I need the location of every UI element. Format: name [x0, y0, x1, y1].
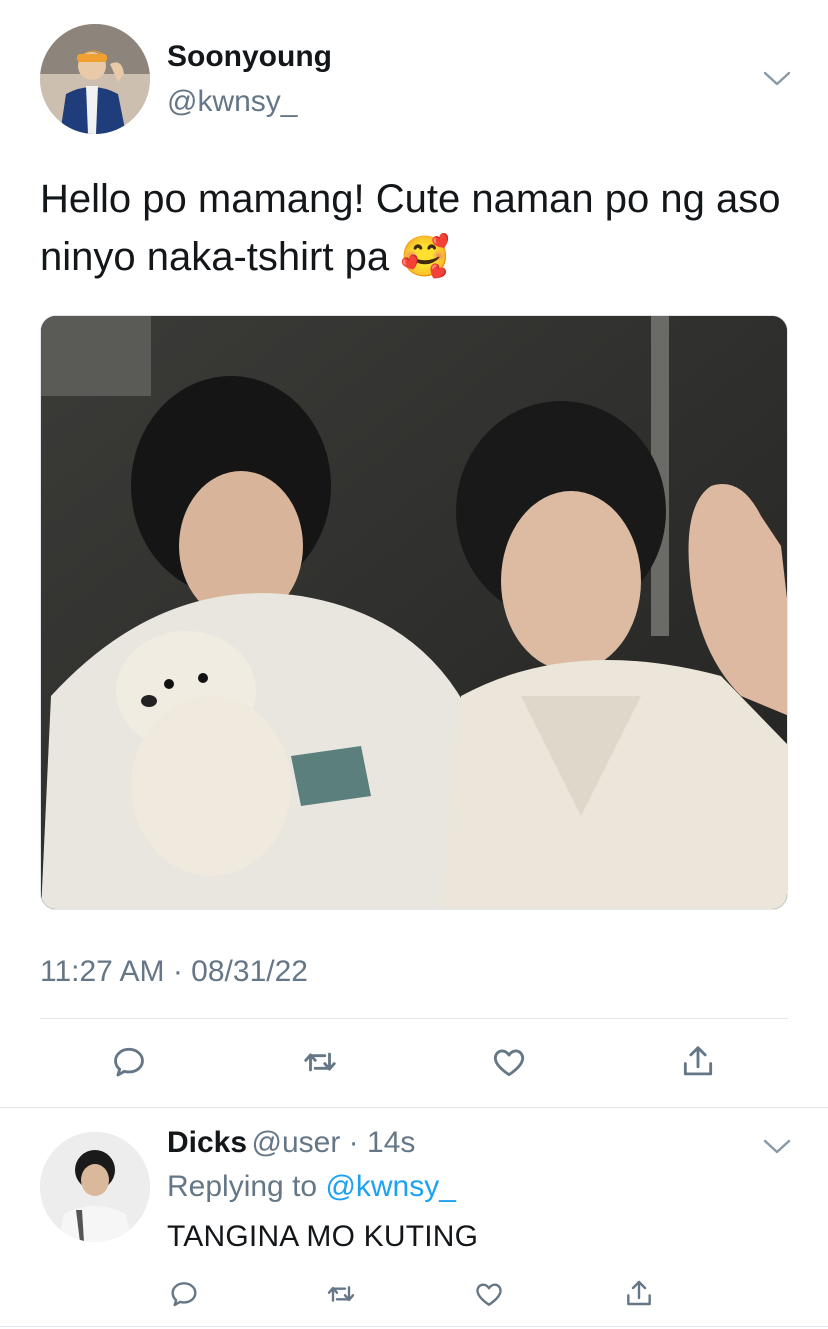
reply-text: TANGINA MO KUTING [167, 1220, 479, 1253]
reply-button[interactable] [107, 1040, 151, 1084]
heart-icon [493, 1049, 525, 1077]
heart-icon [476, 1283, 502, 1306]
like-button[interactable] [467, 1272, 511, 1316]
share-button[interactable] [676, 1040, 720, 1084]
reply-author-display-name[interactable]: Dicks [167, 1126, 247, 1159]
profile-photo-icon [40, 1132, 150, 1242]
speech-bubble-icon [114, 1047, 144, 1077]
divider [0, 1107, 828, 1108]
speech-bubble-icon [171, 1282, 197, 1307]
replying-to-label: Replying to [167, 1170, 318, 1203]
chevron-down-icon[interactable] [763, 70, 791, 88]
tweet-timestamp[interactable]: 11:27 AM · 08/31/22 [40, 955, 308, 989]
retweet-icon [327, 1286, 355, 1302]
replying-to-mention[interactable]: @kwnsy_ [325, 1170, 456, 1203]
reply-button[interactable] [162, 1272, 206, 1316]
profile-photo-icon [40, 24, 150, 134]
reply-time[interactable]: 14s [367, 1126, 415, 1159]
tweet-text: Hello po mamang! Cute naman po ng aso ni… [40, 170, 800, 286]
share-button[interactable] [617, 1272, 661, 1316]
smiling-face-with-hearts-icon: 🥰 [400, 235, 451, 279]
retweet-icon [304, 1052, 336, 1072]
retweet-button[interactable] [319, 1272, 363, 1316]
replying-to-line: Replying to @kwnsy_ [167, 1170, 456, 1204]
share-icon [683, 1046, 713, 1076]
divider [40, 1018, 788, 1019]
divider [0, 1326, 828, 1327]
chevron-down-icon[interactable] [763, 1138, 791, 1156]
author-handle[interactable]: @kwnsy_ [167, 85, 298, 119]
share-icon [627, 1280, 651, 1306]
retweet-button[interactable] [298, 1040, 342, 1084]
reply-author-avatar[interactable] [40, 1132, 150, 1242]
author-avatar[interactable] [40, 24, 150, 134]
photo-two-people-with-pomeranian-icon [41, 316, 787, 909]
author-display-name[interactable]: Soonyoung [167, 40, 332, 74]
like-button[interactable] [487, 1040, 531, 1084]
reply-author-handle[interactable]: @user [252, 1126, 341, 1159]
tweet-photo[interactable] [40, 315, 788, 910]
reply-header: Dicks @user · 14s [167, 1126, 415, 1160]
separator-dot: · [340, 1126, 368, 1159]
